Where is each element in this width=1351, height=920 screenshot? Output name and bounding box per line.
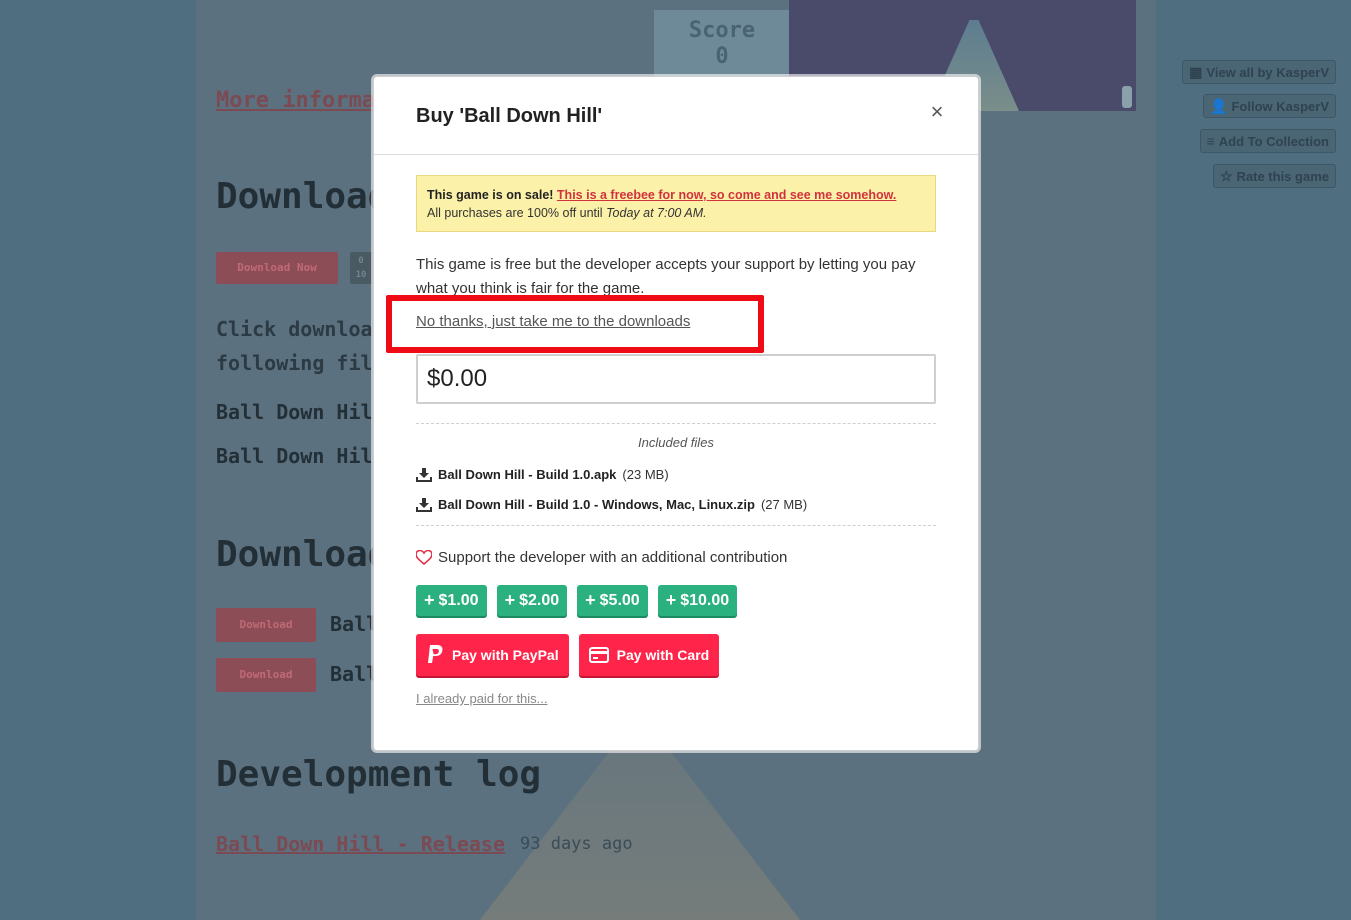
scrollbar-thumb[interactable] [1122,86,1132,108]
devlog-post-link[interactable]: Ball Down Hill - Release [216,832,505,856]
paypal-icon [428,645,443,663]
plus-icon: + [585,590,596,610]
file-name: Ball Down Hill - Build 1.0.apk [438,467,617,482]
devlog-post-age: 93 days ago [520,834,633,854]
price-input[interactable] [416,354,936,404]
download-secondary-line2: 10 [355,270,367,280]
buy-modal: Buy 'Ball Down Hill' × This game is on s… [373,76,979,751]
devlog-heading: Development log [216,754,542,795]
support-text: Support the developer with an additional… [438,549,788,566]
tip-buttons: + $1.00 + $2.00 + $5.00 + $10.00 [416,585,738,616]
add-collection-label: Add To Collection [1218,133,1329,149]
credit-card-icon [588,647,609,663]
tip-1-button[interactable]: + $1.00 [416,585,487,616]
already-paid-link[interactable]: I already paid for this... [416,691,548,706]
file-line-1: Ball Down Hill [216,400,385,424]
sale-link[interactable]: This is a freebee for now, so come and s… [557,188,896,202]
sale-line2-prefix: All purchases are 100% off until [427,206,603,220]
download-secondary-line1: 0 [358,256,364,266]
tip-amount: $10.00 [680,591,730,609]
download-heading-2: Download [216,534,390,575]
score-label: Score [688,18,756,43]
file-size: (23 MB) [622,467,669,482]
file-line-2: Ball Down Hill [216,444,385,468]
follow-author-button[interactable]: 👤 Follow KasperV [1203,94,1336,118]
sale-notice: This game is on sale! This is a freebee … [416,175,936,232]
download-icon [416,467,432,482]
star-icon: ☆ [1219,167,1233,184]
rate-game-button[interactable]: ☆ Rate this game [1212,164,1336,188]
modal-header: Buy 'Ball Down Hill' × [374,77,978,155]
included-file-row: Ball Down Hill - Build 1.0 - Windows, Ma… [416,497,807,512]
card-label: Pay with Card [616,647,710,663]
tip-amount: $2.00 [519,591,560,609]
add-user-icon: 👤 [1210,97,1228,114]
file-size: (27 MB) [760,497,808,512]
view-all-label: View all by KasperV [1206,64,1329,80]
close-button[interactable]: × [926,101,948,123]
included-files-label: Included files [638,435,714,450]
plus-icon: + [424,590,435,610]
plus-icon: + [504,590,516,610]
highlight-annotation-box [386,295,764,353]
support-contribution: Support the developer with an additional… [416,549,787,566]
download-now-button[interactable]: Download Now [216,252,338,284]
pay-with-paypal-button[interactable]: Pay with PayPal [416,634,569,676]
divider [416,423,936,424]
store-icon: ▦ [1189,63,1203,80]
sale-line2-time: Today at 7:00 AM. [606,206,707,220]
heart-icon [416,550,432,565]
click-download-line2: following files [216,351,397,375]
add-to-collection-button[interactable]: ≡ Add To Collection [1199,129,1336,153]
pricing-description: This game is free but the developer acce… [416,256,916,297]
plus-icon: + [665,590,677,610]
tip-amount: $5.00 [599,591,640,609]
score-display: Score 0 [654,10,790,80]
download-button-2[interactable]: Download [216,658,316,692]
tip-5-button[interactable]: + $5.00 [577,585,648,616]
included-file-row: Ball Down Hill - Build 1.0.apk (23 MB) [416,467,669,482]
sale-lead: This game is on sale! [427,188,554,202]
click-download-line1: Click download [216,317,385,341]
pay-with-card-button[interactable]: Pay with Card [578,634,720,676]
download-file-label-2: Ball [330,662,379,686]
view-all-by-author-button[interactable]: ▦ View all by KasperV [1182,60,1336,84]
modal-title: Buy 'Ball Down Hill' [416,105,603,127]
payment-buttons: Pay with PayPal Pay with Card [416,634,720,676]
tip-2-button[interactable]: + $2.00 [496,585,568,616]
download-file-label-1: Ball [330,612,379,636]
playlist-add-icon: ≡ [1206,133,1215,149]
download-icon [416,497,432,512]
divider [416,525,936,526]
rate-label: Rate this game [1236,168,1329,184]
tip-amount: $1.00 [438,591,479,609]
score-value: 0 [715,44,729,69]
follow-label: Follow KasperV [1231,98,1329,114]
paypal-label: Pay with PayPal [452,647,559,663]
tip-10-button[interactable]: + $10.00 [657,585,738,616]
click-download-text: Click download following files [216,312,397,380]
download-button-1[interactable]: Download [216,608,316,642]
file-name: Ball Down Hill - Build 1.0 - Windows, Ma… [438,497,755,512]
download-heading: Download [216,176,390,217]
download-secondary-button[interactable]: 0 10 [350,252,372,284]
